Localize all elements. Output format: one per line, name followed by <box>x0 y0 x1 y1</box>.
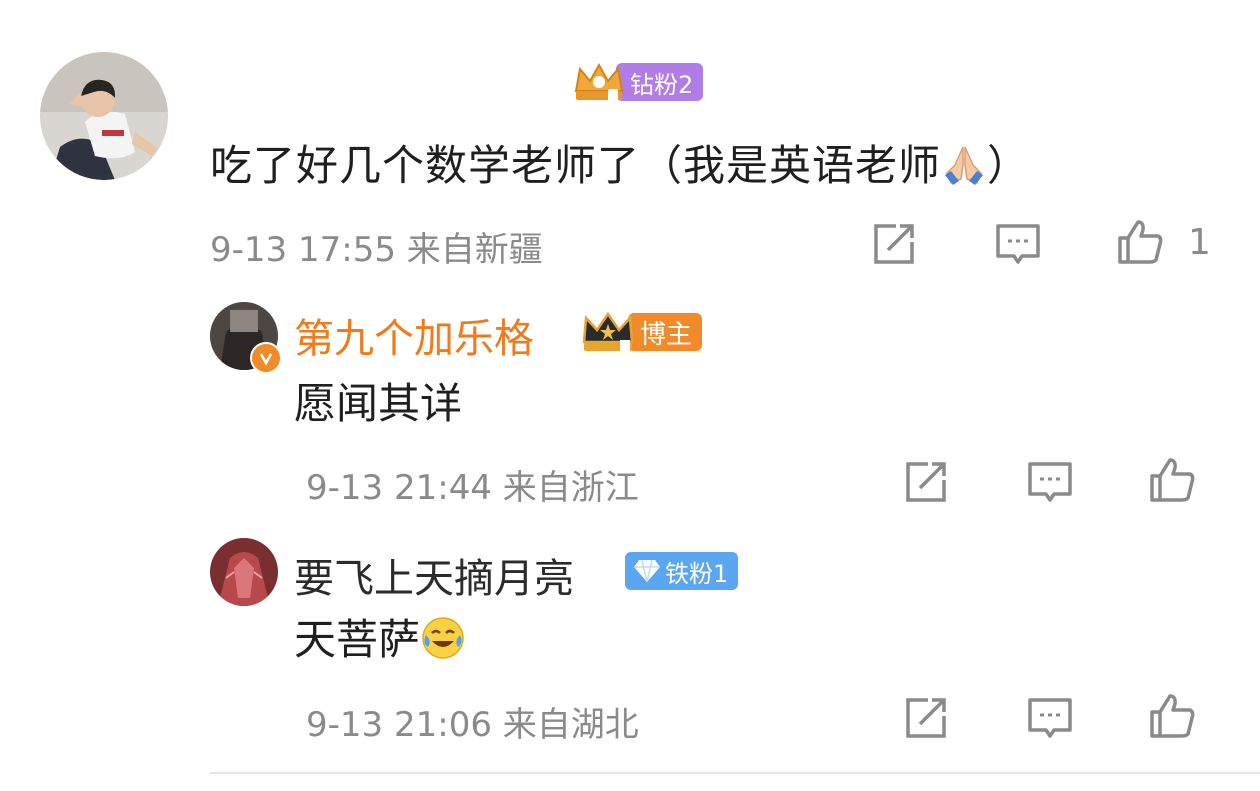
blogger-badge: 博主 <box>580 310 703 354</box>
share-icon[interactable] <box>900 456 952 508</box>
reply-username[interactable]: 第九个加乐格 <box>294 306 534 364</box>
reply-location: 来自浙江 <box>502 468 639 508</box>
fan-badge-label: 钻粉2 <box>616 63 704 101</box>
share-icon[interactable] <box>900 692 952 744</box>
comment-icon[interactable] <box>1024 692 1076 744</box>
thumbs-up-icon[interactable] <box>1146 454 1198 506</box>
fan-badge: 钻粉2 <box>572 62 704 102</box>
blogger-badge-label: 博主 <box>628 313 703 351</box>
reply-time: 9-13 21:44 <box>306 468 492 508</box>
crown-icon <box>574 62 624 101</box>
verified-v-icon <box>250 342 282 374</box>
comment-icon[interactable] <box>1024 456 1076 508</box>
reply-text-body: 天菩萨 <box>294 615 421 664</box>
comment-text: 吃了好几个数学老师了（我是英语老师 ） <box>210 132 1030 197</box>
reply-avatar[interactable] <box>210 538 278 606</box>
comment-time: 9-13 17:55 <box>210 230 396 270</box>
comment-location: 来自新疆 <box>406 230 543 270</box>
divider <box>210 772 1260 774</box>
iron-fan-badge: 铁粉1 <box>625 552 739 590</box>
commenter-avatar[interactable] <box>40 52 168 180</box>
diamond-icon <box>634 559 660 583</box>
share-icon[interactable] <box>868 218 920 270</box>
comment-text-close: ） <box>987 141 1031 190</box>
thumbs-up-icon[interactable] <box>1114 216 1166 268</box>
reply-location: 来自湖北 <box>502 705 639 745</box>
praying-hands-emoji <box>941 141 987 197</box>
reply-text: 愿闻其详 <box>294 379 463 428</box>
reply-username[interactable]: 要飞上天摘月亮 <box>294 546 574 604</box>
crying-laughing-emoji <box>420 615 466 671</box>
comment-icon[interactable] <box>992 218 1044 270</box>
reply-time: 9-13 21:06 <box>306 705 492 745</box>
comment-text-body: 吃了好几个数学老师了（我是英语老师 <box>210 141 942 190</box>
thumbs-up-icon[interactable] <box>1146 690 1198 742</box>
like-count: 1 <box>1188 222 1211 263</box>
reply-meta: 9-13 21:06 来自湖北 <box>306 697 639 746</box>
reply-meta: 9-13 21:44 来自浙江 <box>306 460 639 509</box>
comment-meta: 9-13 17:55 来自新疆 <box>210 222 543 271</box>
iron-fan-badge-label: 铁粉1 <box>665 559 729 588</box>
reply-text: 天菩萨 <box>294 606 466 671</box>
crown-icon <box>582 311 634 352</box>
